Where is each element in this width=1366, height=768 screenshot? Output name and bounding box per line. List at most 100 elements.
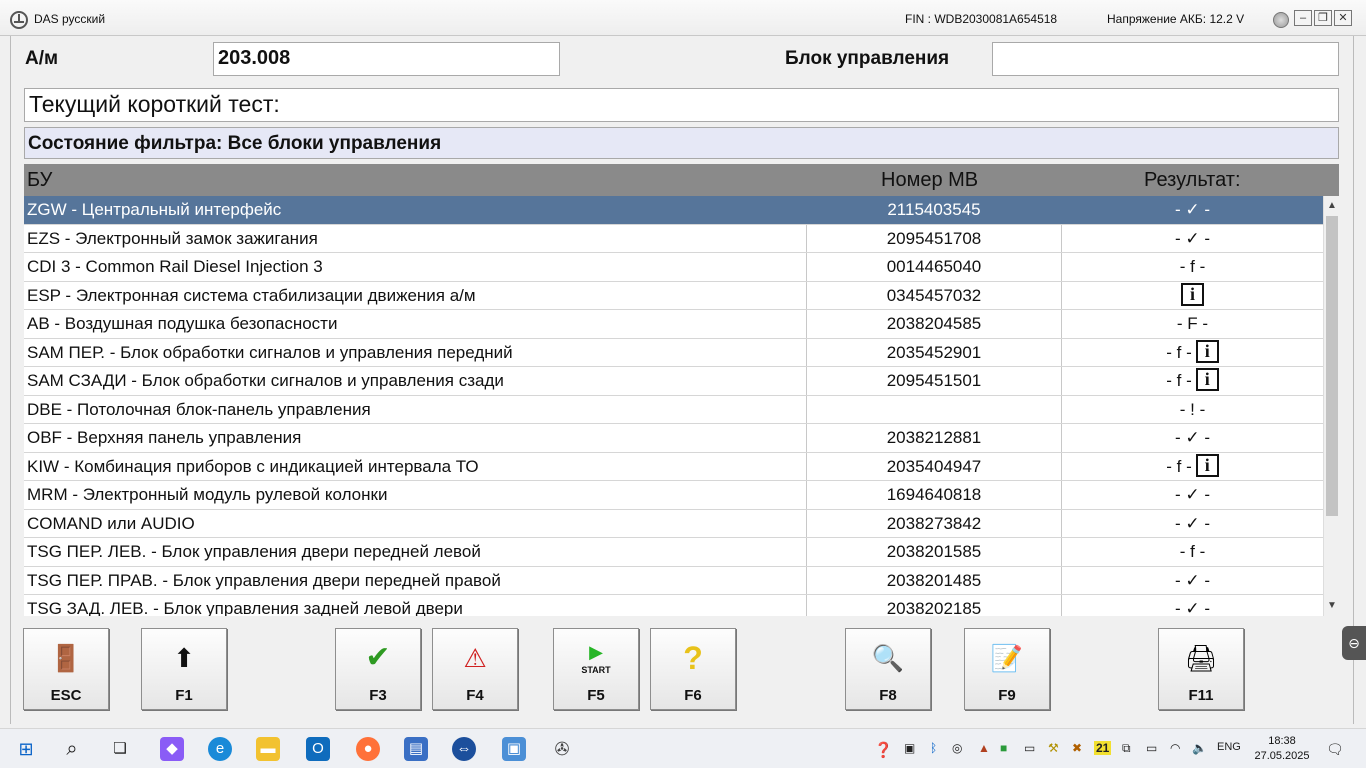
copilot-icon[interactable]: ◆ (160, 737, 184, 761)
result-text: - ✓ - (1174, 200, 1210, 219)
fkey-f5-button[interactable]: ▶ START F5 (553, 628, 639, 710)
help-tray-icon[interactable]: ❓ (874, 741, 893, 759)
cell-bu: MRM - Электронный модуль рулевой колонки (27, 485, 388, 504)
notifications-icon[interactable]: 🗨 (1326, 741, 1344, 758)
tray-icon-g[interactable]: ✖ (1072, 741, 1082, 755)
table-row[interactable]: MRM - Электронный модуль рулевой колонки… (24, 481, 1323, 510)
fkey-f3-button[interactable]: ✔ F3 (335, 628, 421, 710)
windows-start-icon[interactable]: ⊞ (14, 737, 38, 761)
cell-bu: SAM СЗАДИ - Блок обработки сигналов и уп… (27, 371, 504, 390)
cell-mb-number: 2038204585 (806, 310, 1062, 338)
result-text: - ✓ - (1174, 485, 1210, 504)
remote-app-icon[interactable]: ▣ (502, 737, 526, 761)
edge-icon[interactable]: e (208, 737, 232, 761)
cell-result: - f -i (1062, 339, 1323, 367)
filter-state-bar: Состояние фильтра: Все блоки управления (24, 127, 1339, 159)
info-icon[interactable]: i (1181, 282, 1204, 306)
close-button[interactable]: ✕ (1334, 10, 1352, 26)
language-indicator[interactable]: ENG (1217, 741, 1241, 753)
table-row[interactable]: KIW - Комбинация приборов с индикацией и… (24, 452, 1323, 481)
result-text: - ✓ - (1174, 428, 1210, 447)
fkey-label: F5 (587, 687, 605, 704)
cell-mb-number: 0014465040 (806, 253, 1062, 281)
table-row[interactable]: EZS - Электронный замок зажигания 2095451… (24, 224, 1323, 253)
result-text: - ✓ - (1174, 513, 1210, 533)
table-row[interactable]: CDI 3 - Common Rail Diesel Injection 3 00… (24, 253, 1323, 282)
fkey-f1-button[interactable]: ⬆ F1 (141, 628, 227, 710)
magnifier-icon: 🔍 (871, 643, 905, 673)
side-panel-tab[interactable]: ⊖ (1342, 626, 1366, 660)
tray-icon-h[interactable]: ⧉ (1122, 741, 1131, 756)
tray-icon-e[interactable]: ▭ (1024, 741, 1035, 755)
result-text: - ✓ - (1174, 570, 1210, 590)
scroll-down-icon[interactable]: ▼ (1324, 598, 1340, 614)
tray-icon-f[interactable]: ⚒ (1048, 741, 1059, 755)
printer-icon: 🖨 (1184, 643, 1218, 673)
vehicle-field[interactable]: 203.008 (213, 42, 560, 76)
scroll-up-icon[interactable]: ▲ (1324, 198, 1340, 214)
cell-mb-number: 1694640818 (806, 481, 1062, 509)
column-header-result[interactable]: Результат: (1144, 169, 1241, 192)
das-taskbar-icon[interactable]: ✇ (550, 737, 574, 761)
cell-mb-number: 2038212881 (806, 424, 1062, 452)
table-row[interactable]: AB - Воздушная подушка безопасности 20382… (24, 310, 1323, 339)
column-header-bu[interactable]: БУ (27, 169, 52, 192)
tray-badge[interactable]: 21 (1094, 741, 1112, 755)
table-scrollbar[interactable]: ▲ ▼ (1323, 196, 1339, 616)
table-row[interactable]: SAM СЗАДИ - Блок обработки сигналов и уп… (24, 367, 1323, 396)
restore-button[interactable]: ❐ (1314, 10, 1332, 26)
tray-icon-a[interactable]: ▣ (904, 741, 915, 755)
fkey-f6-button[interactable]: ? F6 (650, 628, 736, 710)
ecu-field[interactable] (992, 42, 1339, 76)
firefox-icon[interactable]: ● (356, 737, 380, 761)
info-icon[interactable]: i (1195, 339, 1219, 363)
table-row[interactable]: SAM ПЕР. - Блок обработки сигналов и упр… (24, 338, 1323, 367)
table-row[interactable]: TSG ПЕР. ЛЕВ. - Блок управления двери пе… (24, 538, 1323, 567)
fkey-f11-button[interactable]: 🖨 F11 (1158, 628, 1244, 710)
fkey-f4-button[interactable]: ⚠ F4 (432, 628, 518, 710)
clock[interactable]: 18:38 27.05.2025 (1252, 734, 1312, 764)
exit-door-icon: 🚪 (49, 643, 83, 673)
table-row[interactable]: ZGW - Центральный интерфейс 2115403545 - ✓… (24, 196, 1323, 225)
cell-bu: EZS - Электронный замок зажигания (27, 228, 318, 248)
cell-mb-number: 2038202185 (806, 595, 1062, 616)
wifi-icon[interactable]: ◠ (1170, 741, 1180, 755)
mercedes-star-icon (10, 11, 28, 29)
fkey-f9-button[interactable]: 📝 F9 (964, 628, 1050, 710)
task-view-icon[interactable]: ❏ (108, 737, 132, 761)
table-row[interactable]: OBF - Верхняя панель управления 203821288… (24, 424, 1323, 453)
minimize-button[interactable]: – (1294, 10, 1312, 26)
file-explorer-icon[interactable]: ▬ (256, 737, 280, 761)
cell-bu: AB - Воздушная подушка безопасности (27, 314, 338, 333)
column-header-mb-number[interactable]: Номер МВ (881, 169, 978, 192)
cell-result: - f - (1062, 538, 1323, 566)
table-row[interactable]: ESP - Электронная система стабилизации д… (24, 281, 1323, 310)
help-icon: ? (683, 640, 703, 676)
info-icon[interactable]: i (1195, 368, 1219, 392)
info-icon[interactable]: i (1195, 453, 1219, 477)
document-app-icon[interactable]: ▤ (404, 737, 428, 761)
cell-mb-number: 2038201485 (806, 566, 1062, 594)
fkey-esc-button[interactable]: 🚪 ESC (23, 628, 109, 710)
table-row[interactable]: TSG ПЕР. ПРАВ. - Блок управления двери п… (24, 566, 1323, 595)
fkey-f8-button[interactable]: 🔍 F8 (845, 628, 931, 710)
cell-result: - f - (1062, 253, 1323, 281)
battery-icon[interactable]: ▭ (1146, 741, 1157, 755)
table-row[interactable]: COMAND или AUDIO 2038273842 - ✓ - (24, 509, 1323, 538)
cell-bu: TSG ПЕР. ЛЕВ. - Блок управления двери пе… (27, 542, 481, 561)
result-text: - f - (1179, 257, 1206, 276)
bluetooth-icon[interactable]: ᛒ (930, 741, 937, 755)
cell-mb-number: 2095451708 (806, 224, 1062, 252)
tray-icon-b[interactable]: ◎ (952, 741, 962, 755)
cell-bu: OBF - Верхняя панель управления (27, 428, 302, 447)
table-row[interactable]: DBE - Потолочная блок-панель управления -… (24, 395, 1323, 424)
table-row[interactable]: TSG ЗАД. ЛЕВ. - Блок управления задней л… (24, 595, 1323, 616)
search-icon[interactable]: ⌕ (60, 737, 84, 761)
fkey-label: ESC (50, 687, 82, 704)
volume-icon[interactable]: 🔈 (1192, 741, 1207, 755)
tray-icon-c[interactable]: ▲ (978, 741, 990, 755)
teamviewer-icon[interactable]: ⇔ (452, 737, 476, 761)
tray-icon-d[interactable]: ■ (1000, 741, 1007, 755)
outlook-icon[interactable]: O (306, 737, 330, 761)
scroll-thumb[interactable] (1326, 216, 1338, 516)
